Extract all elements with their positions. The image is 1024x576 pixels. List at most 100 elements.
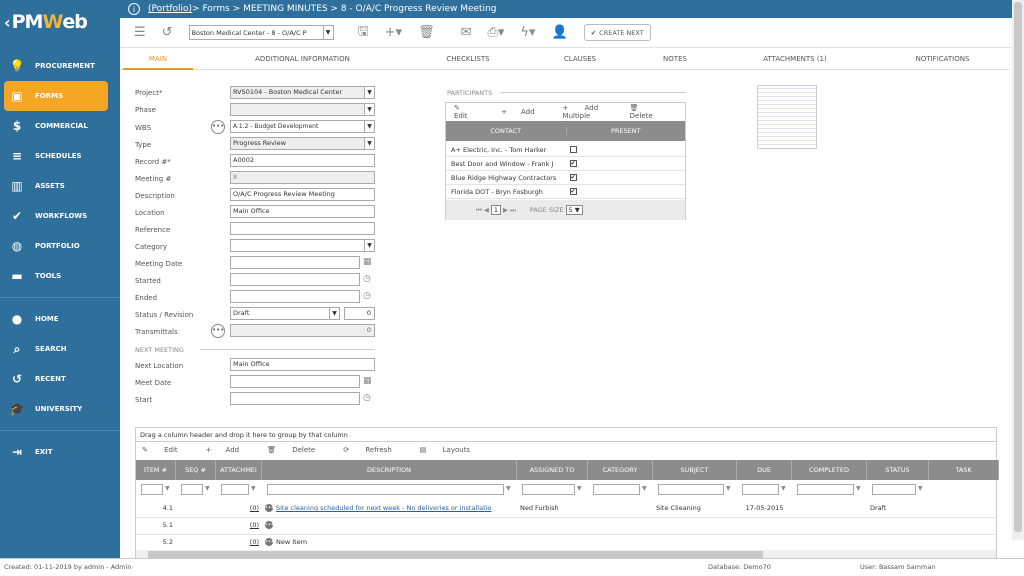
- last-page-icon[interactable]: ⏭: [510, 206, 516, 215]
- location-field[interactable]: Main Office: [230, 205, 375, 218]
- column-filter-input[interactable]: [872, 484, 916, 495]
- filter-icon[interactable]: ▼: [856, 485, 861, 492]
- present-checkbox[interactable]: ✔: [569, 188, 577, 195]
- user-icon[interactable]: 👤: [552, 25, 568, 40]
- clock-icon[interactable]: ◷: [363, 393, 371, 403]
- column-header-seq-[interactable]: SEQ #: [176, 460, 216, 480]
- info-icon[interactable]: i: [128, 3, 140, 15]
- column-filter-input[interactable]: [797, 484, 854, 495]
- clock-icon[interactable]: ◷: [363, 291, 371, 301]
- page-number[interactable]: 1: [490, 205, 501, 215]
- scrollbar-thumb[interactable]: [148, 551, 763, 558]
- history-icon[interactable]: ↺: [162, 25, 173, 40]
- record-selector[interactable]: Boston Medical Center - 8 - O/A/C P ▼: [188, 25, 334, 40]
- column-header-present[interactable]: PRESENT: [565, 127, 686, 135]
- sidebar-item-workflows[interactable]: ✔ WORKFLOWS: [0, 201, 120, 231]
- column-filter-input[interactable]: [141, 484, 163, 495]
- filter-icon[interactable]: ▼: [506, 485, 511, 492]
- first-page-icon[interactable]: ⏮: [476, 206, 482, 215]
- revision-field[interactable]: 0: [344, 307, 375, 320]
- prev-page-icon[interactable]: ◀: [484, 206, 489, 214]
- column-header-description[interactable]: DESCRIPTION: [262, 460, 517, 480]
- column-header-assigned-to[interactable]: ASSIGNED TO: [517, 460, 588, 480]
- column-header-due[interactable]: DUE: [737, 460, 792, 480]
- project-select[interactable]: RVS0104 - Boston Medical Center ▼: [230, 86, 375, 99]
- record-field[interactable]: A0002: [230, 154, 375, 167]
- comment-icon[interactable]: •••: [265, 521, 274, 529]
- start-field[interactable]: [230, 392, 360, 405]
- participants-add-multiple-button[interactable]: + Add Multiple: [563, 104, 616, 120]
- participants-edit-button[interactable]: ✎ Edit: [454, 104, 487, 120]
- tab-additional-information[interactable]: ADDITIONAL INFORMATION: [250, 48, 355, 70]
- chevron-down-icon[interactable]: ▼: [322, 26, 333, 39]
- filter-icon[interactable]: ▼: [251, 485, 256, 492]
- sidebar-item-recent[interactable]: ↺ RECENT: [0, 364, 120, 394]
- status-select[interactable]: Draft ▼: [230, 307, 340, 320]
- sidebar-item-procurement[interactable]: 💡 PROCUREMENT: [0, 51, 120, 81]
- vertical-scrollbar[interactable]: [1012, 0, 1024, 540]
- group-drop-area[interactable]: Drag a column header and drop it here to…: [136, 428, 996, 442]
- participants-add-button[interactable]: + Add: [501, 108, 548, 116]
- ended-field[interactable]: [230, 290, 360, 303]
- grid-refresh-button[interactable]: ⟳ Refresh: [343, 446, 406, 454]
- participant-row[interactable]: Blue Ridge Highway Contractors ✔: [446, 171, 685, 185]
- column-header-status[interactable]: STATUS: [867, 460, 929, 480]
- grid-layouts-button[interactable]: ▤ Layouts: [420, 446, 484, 454]
- filter-icon[interactable]: ▼: [165, 485, 170, 492]
- column-header-task[interactable]: TASK: [929, 460, 999, 480]
- trash-icon[interactable]: 🗑: [418, 25, 435, 40]
- grid-cell-att[interactable]: (0): [219, 535, 259, 549]
- grid-cell-att[interactable]: (0): [219, 518, 259, 532]
- present-checkbox[interactable]: [569, 146, 577, 153]
- sidebar-item-schedules[interactable]: ≡ SCHEDULES: [0, 141, 120, 171]
- scrollbar-thumb[interactable]: [1014, 2, 1022, 532]
- sidebar-item-assets[interactable]: ▥ ASSETS: [0, 171, 120, 201]
- grid-cell-att[interactable]: (0): [219, 501, 259, 515]
- next-location-field[interactable]: Main Office: [230, 358, 375, 371]
- sidebar-item-commercial[interactable]: $ COMMERCIAL: [0, 111, 120, 141]
- save-icon[interactable]: 🖫: [358, 22, 369, 44]
- filter-icon[interactable]: ▼: [577, 485, 582, 492]
- wbs-select[interactable]: A.1.2 - Budget Development ▼: [230, 120, 375, 133]
- tab-attachments[interactable]: ATTACHMENTS (1): [755, 48, 835, 70]
- chevron-down-icon[interactable]: ▼: [329, 308, 339, 319]
- started-field[interactable]: [230, 273, 360, 286]
- sidebar-item-tools[interactable]: ▬ TOOLS: [0, 261, 120, 291]
- list-icon[interactable]: ☰: [134, 25, 146, 40]
- tab-clauses[interactable]: CLAUSES: [555, 48, 605, 70]
- description-field[interactable]: O/A/C Progress Review Meeting: [230, 188, 375, 201]
- reference-field[interactable]: [230, 222, 375, 235]
- sidebar-item-forms[interactable]: ▣ FORMS: [4, 81, 108, 111]
- column-filter-input[interactable]: [742, 484, 779, 495]
- column-header-category[interactable]: CATEGORY: [588, 460, 653, 480]
- filter-icon[interactable]: ▼: [642, 485, 647, 492]
- chevron-down-icon[interactable]: ▼: [364, 138, 374, 149]
- column-filter-input[interactable]: [522, 484, 575, 495]
- column-header-item-[interactable]: ITEM #: [136, 460, 176, 480]
- chevron-down-icon[interactable]: ▼: [364, 240, 374, 251]
- grid-edit-button[interactable]: ✎ Edit: [142, 446, 192, 454]
- email-icon[interactable]: ✉: [461, 25, 472, 40]
- chevron-down-icon[interactable]: ▼: [364, 87, 374, 98]
- participants-delete-button[interactable]: 🗑 Delete: [630, 104, 671, 120]
- sidebar-item-portfolio[interactable]: ◍ PORTFOLIO: [0, 231, 120, 261]
- add-icon[interactable]: +▾: [385, 25, 402, 40]
- present-checkbox[interactable]: ✔: [569, 174, 577, 181]
- participant-row[interactable]: Best Door and Window - Frank J ✔: [446, 157, 685, 171]
- sidebar-item-university[interactable]: 🎓 UNIVERSITY: [0, 394, 120, 424]
- lightning-icon[interactable]: ϟ▾: [520, 25, 535, 40]
- column-header-subject[interactable]: SUBJECT: [653, 460, 737, 480]
- column-header-completed[interactable]: COMPLETED: [792, 460, 867, 480]
- chevron-down-icon[interactable]: ▼: [364, 121, 374, 132]
- tab-checklists[interactable]: CHECKLISTS: [438, 48, 498, 70]
- calendar-icon[interactable]: ▦: [363, 257, 372, 267]
- column-filter-input[interactable]: [658, 484, 724, 495]
- logo[interactable]: ‹ PM Web: [0, 0, 120, 44]
- participant-row[interactable]: Florida DOT - Bryn Fosburgh ✔: [446, 185, 685, 199]
- print-icon[interactable]: ⎙▾: [487, 25, 504, 40]
- comment-icon[interactable]: •••: [265, 504, 274, 512]
- calendar-icon[interactable]: ▦: [363, 376, 372, 386]
- meet-date-field[interactable]: [230, 375, 360, 388]
- column-filter-input[interactable]: [593, 484, 640, 495]
- meeting-date-field[interactable]: [230, 256, 360, 269]
